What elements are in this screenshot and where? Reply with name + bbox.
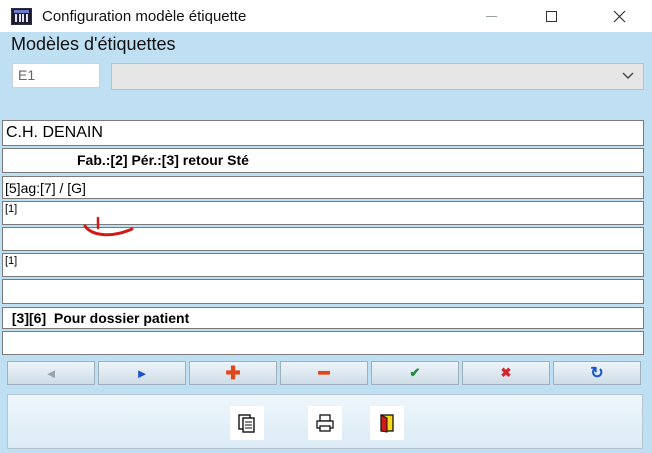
- navigation-toolbar: ◄ ► ✚ ━ ✔ ✖ ↻: [7, 361, 643, 385]
- print-button[interactable]: [308, 406, 342, 440]
- title-bar: Configuration modèle étiquette: [0, 0, 652, 32]
- check-icon: ✔: [409, 365, 421, 380]
- footer-toolbar: [7, 394, 643, 449]
- minimize-button[interactable]: [468, 0, 514, 32]
- next-record-button[interactable]: ►: [98, 361, 186, 385]
- delete-record-button[interactable]: ━: [280, 361, 368, 385]
- copy-icon: [238, 414, 255, 433]
- label-line-1[interactable]: C.H. DENAIN: [2, 120, 644, 146]
- exit-icon: [380, 414, 394, 433]
- label-line-2[interactable]: Fab.:[2] Pér.:[3] retour Sté: [2, 148, 644, 173]
- validate-button[interactable]: ✔: [371, 361, 459, 385]
- label-line-9[interactable]: [2, 331, 644, 355]
- refresh-button[interactable]: ↻: [553, 361, 641, 385]
- label-line-7[interactable]: [2, 279, 644, 304]
- cross-icon: ✖: [500, 365, 512, 380]
- label-line-4[interactable]: [1]: [2, 201, 644, 225]
- add-record-button[interactable]: ✚: [189, 361, 277, 385]
- refresh-icon: ↻: [590, 365, 604, 382]
- label-line-3[interactable]: [5]ag:[7] / [G]: [2, 176, 644, 199]
- minus-icon: ━: [318, 362, 330, 383]
- model-select[interactable]: [111, 63, 644, 90]
- chevron-down-icon: [622, 72, 634, 79]
- cancel-button[interactable]: ✖: [462, 361, 550, 385]
- window-title: Configuration modèle étiquette: [42, 8, 247, 25]
- maximize-button[interactable]: [528, 0, 574, 32]
- copy-button[interactable]: [230, 406, 264, 440]
- maximize-icon: [545, 10, 557, 22]
- client-area: Modèles d'étiquettes E1 C.H. DENAIN Fab.…: [0, 32, 652, 453]
- close-button[interactable]: [596, 0, 642, 32]
- print-icon: [316, 414, 334, 432]
- minimize-icon: [485, 15, 497, 17]
- previous-icon: ◄: [44, 365, 58, 381]
- section-title: Modèles d'étiquettes: [11, 34, 176, 54]
- exit-button[interactable]: [370, 406, 404, 440]
- next-icon: ►: [135, 365, 149, 381]
- plus-icon: ✚: [225, 362, 241, 383]
- app-icon: [11, 8, 32, 25]
- label-line-5[interactable]: [2, 227, 644, 251]
- label-line-8[interactable]: [3][6] Pour dossier patient: [2, 307, 644, 329]
- close-icon: [613, 10, 625, 22]
- previous-record-button[interactable]: ◄: [7, 361, 95, 385]
- label-line-6[interactable]: [1]: [2, 253, 644, 277]
- model-code-input[interactable]: E1: [12, 63, 100, 88]
